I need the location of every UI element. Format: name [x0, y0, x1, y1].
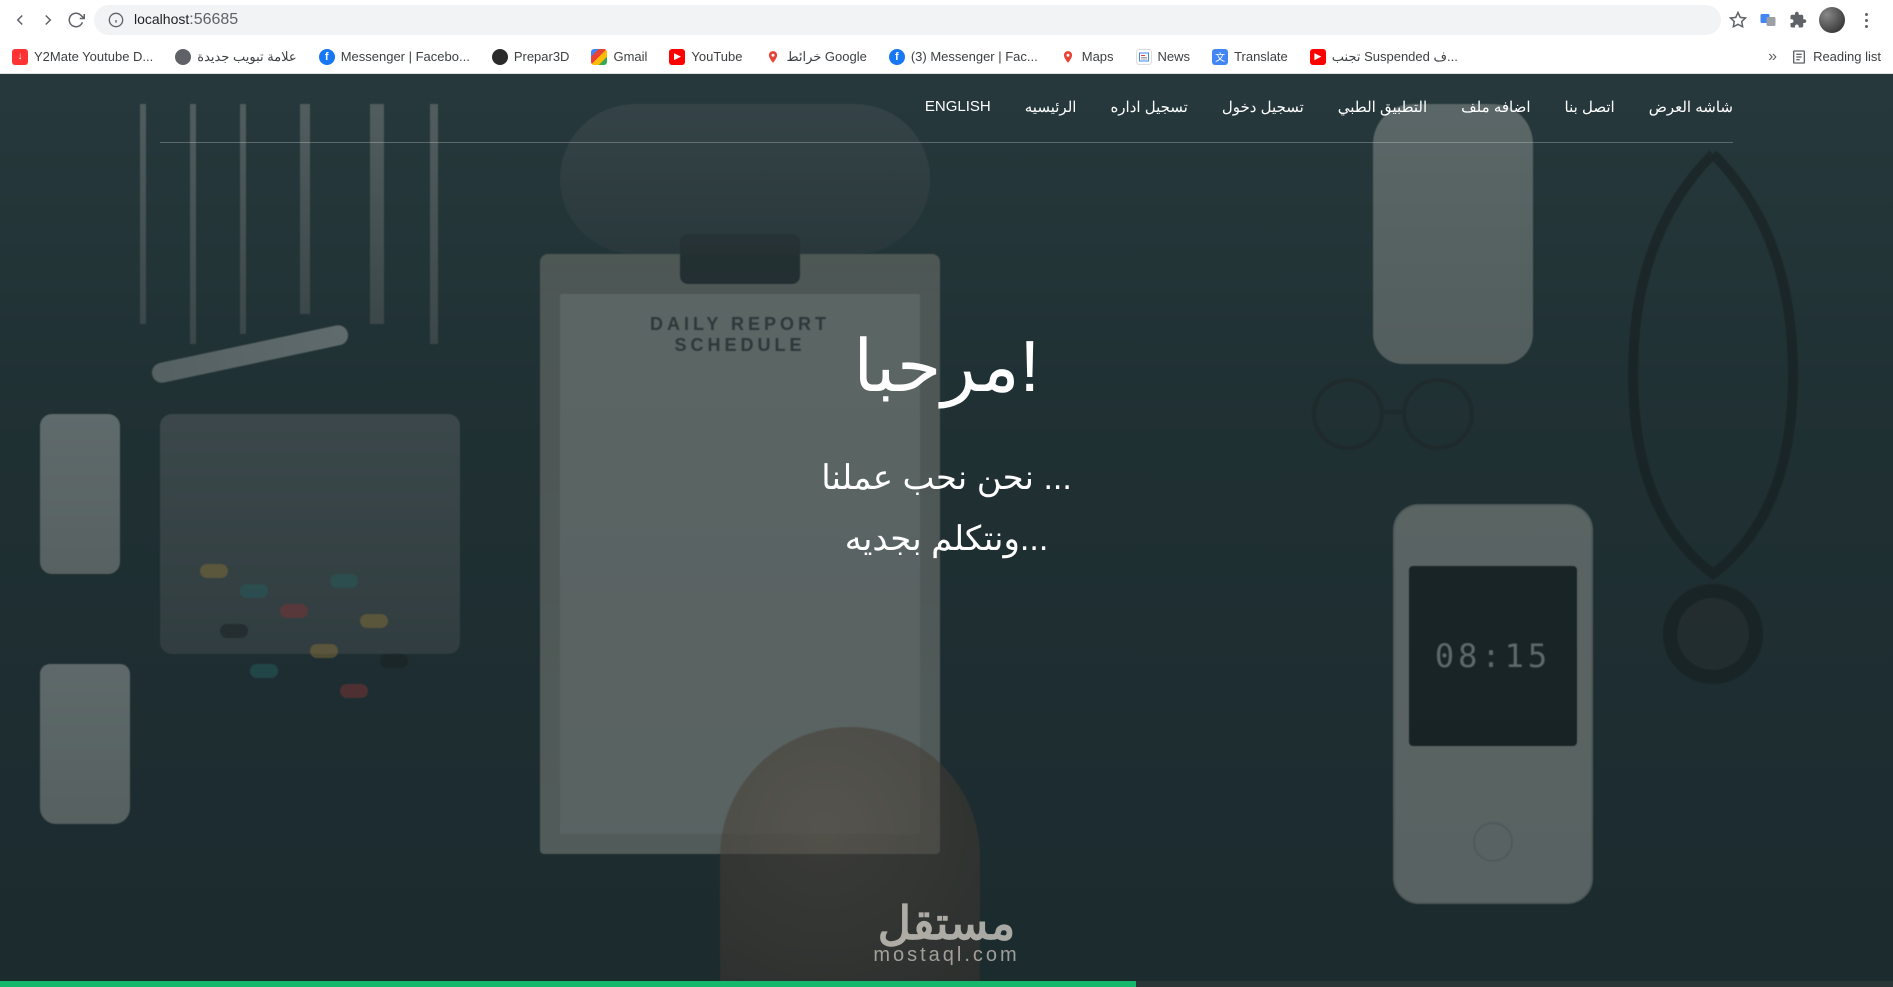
bookmark-label: Translate [1234, 49, 1288, 64]
browser-menu-icon[interactable] [1857, 11, 1875, 29]
reload-button[interactable] [66, 10, 86, 30]
reading-list-button[interactable]: Reading list [1791, 49, 1881, 65]
bookmark-label: خرائط Google [787, 49, 867, 65]
bookmark-newtab[interactable]: علامة تبويب جديدة [175, 49, 296, 65]
reading-list-label: Reading list [1813, 49, 1881, 64]
bookmark-google-maps-ar[interactable]: خرائط Google [765, 49, 867, 65]
facebook-icon: f [889, 49, 905, 65]
hero-title: مرحبا! [821, 324, 1072, 408]
browser-right-icons [1729, 7, 1883, 33]
bookmark-star-icon[interactable] [1729, 11, 1747, 29]
nav-english[interactable]: ENGLISH [925, 98, 991, 116]
bookmarks-overflow-icon[interactable]: » [1768, 48, 1777, 66]
bookmark-youtube[interactable]: ▶ YouTube [669, 49, 742, 65]
globe-icon [175, 49, 191, 65]
site-nav: ENGLISH الرئيسيه تسجيل اداره تسجيل دخول … [160, 98, 1733, 143]
bookmark-label: Gmail [613, 49, 647, 64]
download-icon: ↓ [12, 49, 28, 65]
youtube-icon: ▶ [669, 49, 685, 65]
bookmark-suspended[interactable]: ▶ تجنب Suspended ف... [1310, 49, 1458, 65]
extensions-icon[interactable] [1789, 11, 1807, 29]
hero-subtitle-2: ونتكلم بجديه... [821, 509, 1072, 570]
bookmark-y2mate[interactable]: ↓ Y2Mate Youtube D... [12, 49, 153, 65]
nav-add-file[interactable]: اضافه ملف [1461, 98, 1530, 116]
facebook-icon: f [319, 49, 335, 65]
bookmark-gmail[interactable]: Gmail [591, 49, 647, 65]
browser-chrome: localhost:56685 ↓ Y2Mate Youtube D... علا… [0, 0, 1893, 74]
youtube-icon: ▶ [1310, 49, 1326, 65]
back-button[interactable] [10, 10, 30, 30]
bookmark-label: Y2Mate Youtube D... [34, 49, 153, 64]
nav-home[interactable]: الرئيسيه [1025, 98, 1077, 116]
address-bar[interactable]: localhost:56685 [94, 5, 1721, 35]
prepar3d-icon [492, 49, 508, 65]
map-pin-icon [1060, 49, 1076, 65]
bookmark-label: Maps [1082, 49, 1114, 64]
nav-medical-app[interactable]: التطبيق الطبي [1338, 98, 1427, 116]
nav-login[interactable]: تسجيل دخول [1222, 98, 1304, 116]
bookmark-translate[interactable]: 文 Translate [1212, 49, 1288, 65]
browser-nav-bar: localhost:56685 [0, 0, 1893, 40]
bookmark-label: Prepar3D [514, 49, 570, 64]
translate-extension-icon[interactable] [1759, 11, 1777, 29]
gmail-icon [591, 49, 607, 65]
page-content: DAILY REPORT SCHEDULE 08:15 ENGLISH الرئ… [0, 74, 1893, 987]
nav-contact[interactable]: اتصل بنا [1565, 98, 1615, 116]
map-pin-icon [765, 49, 781, 65]
bookmark-label: تجنب Suspended ف... [1332, 49, 1458, 65]
url-text: localhost:56685 [134, 11, 238, 29]
bookmark-label: News [1158, 49, 1191, 64]
bookmark-news[interactable]: News [1136, 49, 1191, 65]
bookmark-label: (3) Messenger | Fac... [911, 49, 1038, 64]
hero-text: مرحبا! نحن نحب عملنا ... ونتكلم بجديه... [821, 324, 1072, 570]
reading-list-icon [1791, 49, 1807, 65]
bottom-accent-bar [0, 981, 1893, 987]
hero-subtitle-1: نحن نحب عملنا ... [821, 448, 1072, 509]
site-info-icon[interactable] [108, 12, 124, 28]
nav-admin-login[interactable]: تسجيل اداره [1110, 98, 1187, 116]
watermark-arabic: مستقل [873, 896, 1019, 950]
profile-avatar[interactable] [1819, 7, 1845, 33]
bookmark-label: Messenger | Facebo... [341, 49, 470, 64]
nav-display[interactable]: شاشه العرض [1649, 98, 1733, 116]
bookmark-maps[interactable]: Maps [1060, 49, 1114, 65]
news-icon [1136, 49, 1152, 65]
forward-button[interactable] [38, 10, 58, 30]
bookmark-label: YouTube [691, 49, 742, 64]
bookmark-label: علامة تبويب جديدة [197, 49, 296, 65]
bookmarks-bar: ↓ Y2Mate Youtube D... علامة تبويب جديدة f… [0, 40, 1893, 74]
bookmark-prepar3d[interactable]: Prepar3D [492, 49, 570, 65]
bookmark-messenger-3[interactable]: f (3) Messenger | Fac... [889, 49, 1038, 65]
watermark: مستقل mostaql.com [873, 896, 1019, 967]
watermark-english: mostaql.com [873, 944, 1019, 967]
bookmark-messenger[interactable]: f Messenger | Facebo... [319, 49, 470, 65]
translate-icon: 文 [1212, 49, 1228, 65]
